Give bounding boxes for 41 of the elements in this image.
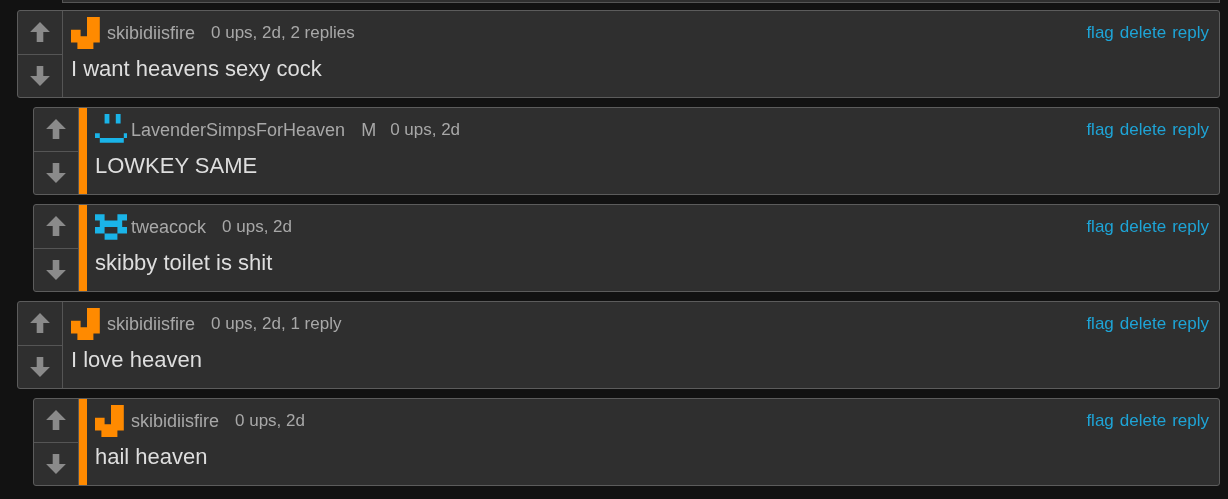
action-link[interactable]: delete [1119, 314, 1167, 334]
comment-meta: 0 ups, 2d, 2 replies [211, 23, 355, 43]
action-link[interactable]: delete [1119, 217, 1167, 237]
comment-text: skibby toilet is shit [95, 249, 274, 277]
action-link[interactable]: delete [1119, 120, 1167, 140]
comment-meta: 0 ups, 2d, 1 reply [211, 314, 342, 334]
action-link[interactable]: reply [1172, 120, 1209, 140]
comment-text: LOWKEY SAME [95, 152, 259, 180]
comment-text: I want heavens sexy cock [71, 55, 323, 83]
username-link[interactable]: tweacock [131, 216, 207, 238]
mod-label: M [361, 119, 377, 141]
action-link[interactable]: flag [1086, 120, 1114, 140]
action-link[interactable]: flag [1086, 411, 1114, 431]
action-link[interactable]: flag [1086, 314, 1114, 334]
action-link[interactable]: reply [1172, 23, 1209, 43]
comment-meta: 0 ups, 2d [390, 120, 461, 140]
comment-text: I love heaven [71, 346, 203, 374]
comment-text: hail heaven [95, 443, 209, 471]
down-arrow-icon [45, 161, 67, 184]
down-arrow-icon [29, 64, 51, 87]
action-link[interactable]: flag [1086, 217, 1114, 237]
down-arrow-icon [29, 355, 51, 378]
up-arrow-icon [45, 118, 67, 141]
action-link[interactable]: reply [1172, 314, 1209, 334]
down-arrow-icon [45, 258, 67, 281]
action-link[interactable]: reply [1172, 217, 1209, 237]
up-arrow-icon [29, 21, 51, 44]
comment-meta: 0 ups, 2d [235, 411, 305, 431]
username-link[interactable]: skibidiisfire [131, 410, 220, 432]
username-link[interactable]: skibidiisfire [107, 22, 196, 44]
up-arrow-icon [45, 409, 67, 432]
down-arrow-icon [45, 452, 67, 475]
comment-meta: 0 ups, 2d [222, 217, 292, 237]
action-link[interactable]: reply [1172, 411, 1209, 431]
action-link[interactable]: flag [1086, 23, 1114, 43]
up-arrow-icon [29, 312, 51, 335]
up-arrow-icon [45, 215, 67, 238]
username-link[interactable]: skibidiisfire [107, 313, 196, 335]
action-link[interactable]: delete [1119, 411, 1167, 431]
action-link[interactable]: delete [1119, 23, 1167, 43]
username-link[interactable]: LavenderSimpsForHeaven [131, 119, 346, 141]
